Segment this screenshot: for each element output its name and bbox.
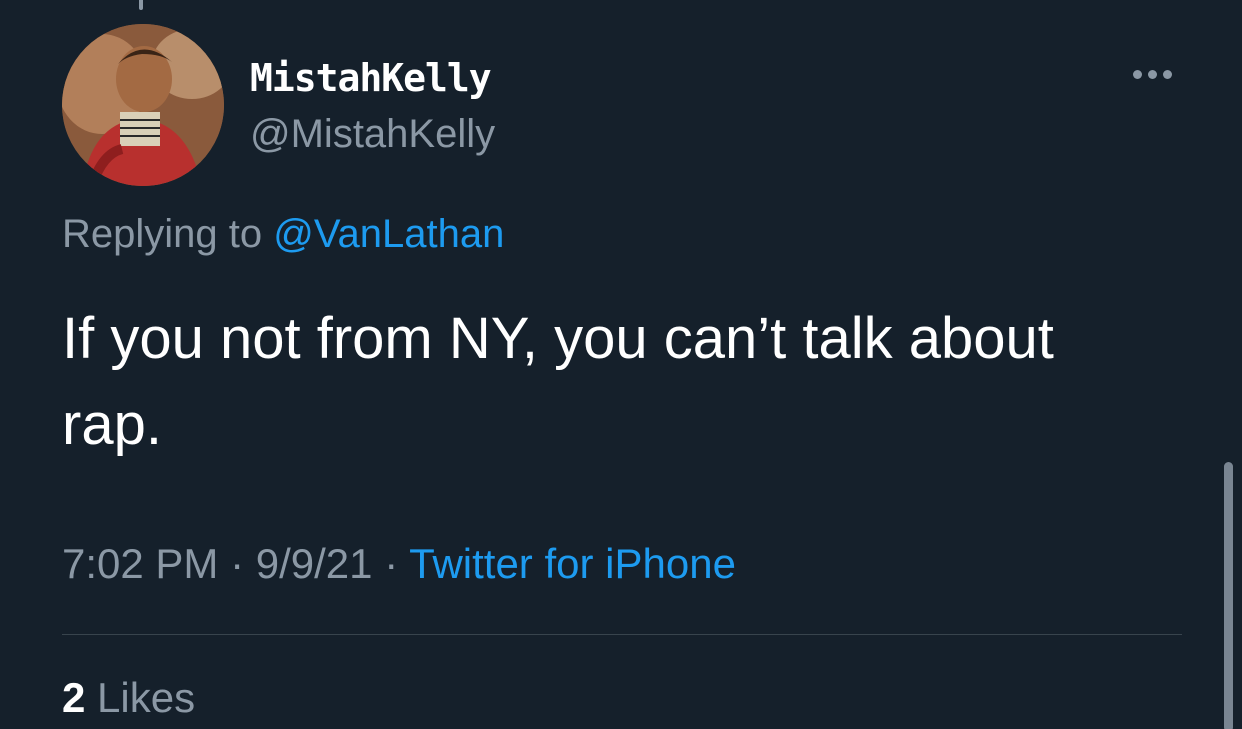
replying-to-label: Replying to [62, 212, 274, 256]
likes-stat[interactable]: 2 Likes [62, 674, 195, 722]
dot-icon [1133, 69, 1142, 79]
profile-photo-icon [62, 24, 224, 186]
meta-separator: · [372, 540, 410, 587]
scrollbar[interactable] [1224, 462, 1233, 729]
tweet-metadata: 7:02 PM · 9/9/21 · Twitter for iPhone [62, 540, 736, 588]
tweet-text: If you not from NY, you can’t talk about… [62, 306, 1054, 457]
thread-connector-line [139, 0, 143, 10]
author-handle[interactable]: @MistahKelly [250, 112, 495, 157]
replying-to-line: Replying to @VanLathan [62, 212, 504, 257]
avatar[interactable] [62, 24, 224, 186]
divider [62, 634, 1182, 635]
more-options-icon[interactable] [1133, 66, 1177, 82]
dot-icon [1148, 69, 1157, 79]
reply-mention-link[interactable]: @VanLathan [273, 212, 504, 256]
tweet-source-link[interactable]: Twitter for iPhone [409, 540, 736, 587]
likes-count: 2 [62, 674, 86, 721]
tweet-time[interactable]: 7:02 PM [62, 540, 218, 587]
likes-label: Likes [85, 674, 196, 721]
author-display-name[interactable]: MistahKelly [250, 56, 492, 100]
dot-icon [1163, 69, 1172, 79]
meta-separator: · [218, 540, 256, 587]
tweet-date[interactable]: 9/9/21 [256, 540, 373, 587]
